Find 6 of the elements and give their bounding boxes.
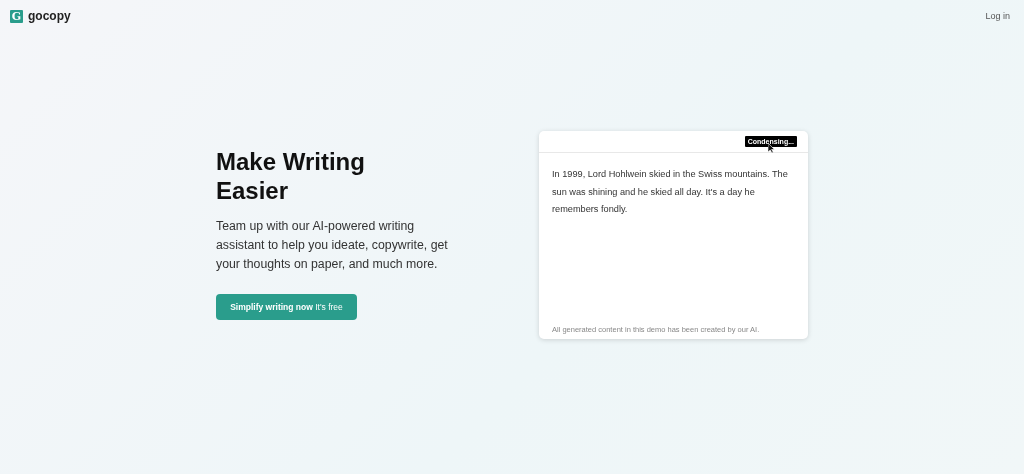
hero-title: Make Writing Easier — [216, 147, 366, 205]
hero-subtitle: Team up with our AI-powered writing assistant to help you ideate, copywrite, get your thoughts on paper, and much more. — [216, 218, 449, 273]
login-link[interactable]: Log in — [985, 11, 1010, 21]
logo-icon: G — [10, 9, 23, 23]
demo-text: In 1999, Lord Hohlwein skied in the Swiss mountains. The sun was shining and he skied all day. It's a day he remembers fondly. — [552, 168, 789, 216]
brand-name: gocopy — [28, 9, 71, 23]
